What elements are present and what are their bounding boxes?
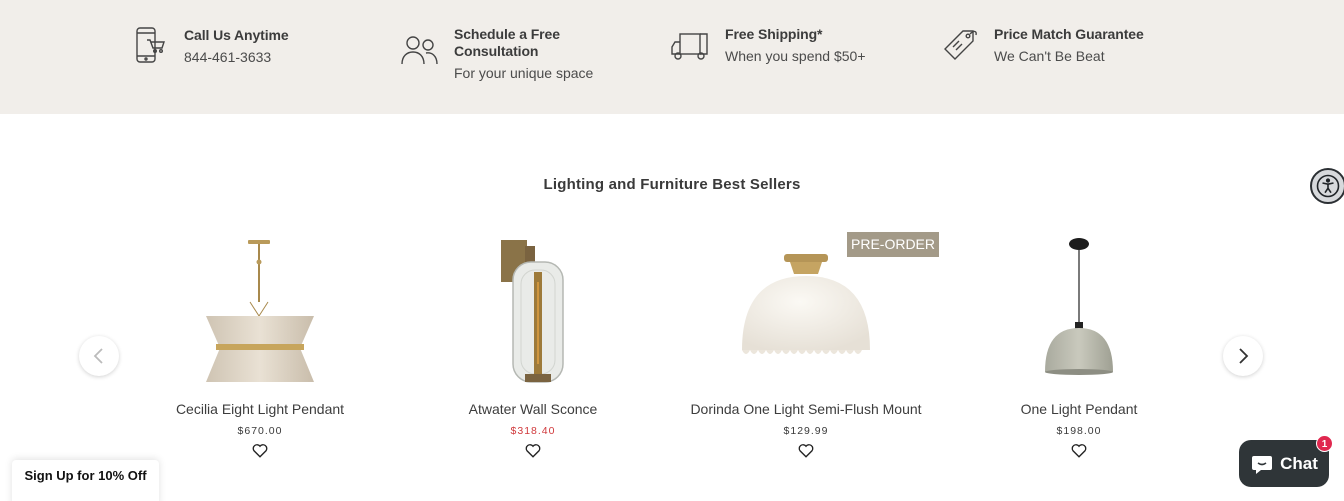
product-name[interactable]: Cecilia Eight Light Pendant [140,400,380,419]
benefit-title: Schedule a Free Consultation [454,26,560,59]
carousel-prev-button[interactable] [79,336,119,376]
product-price: $198.00 [1056,425,1102,437]
benefit-subtitle: For your unique space [454,65,594,81]
benefit-subtitle: 844-461-3633 [184,49,272,65]
product-image[interactable] [413,232,653,388]
benefit-title: Free Shipping* [725,26,823,42]
signup-discount-button[interactable]: Sign Up for 10% Off [12,460,159,501]
product-price: $318.40 [510,425,556,437]
product-price: $670.00 [237,425,283,437]
heart-icon[interactable] [524,441,542,459]
product-image[interactable] [140,232,380,388]
benefit-price-match[interactable]: Price Match Guarantee We Can't Be Beat [941,26,1144,66]
chevron-right-icon [1239,348,1249,364]
accessibility-button[interactable] [1310,168,1344,204]
product-card[interactable]: Cecilia Eight Light Pendant $670.00 [140,232,380,459]
product-card[interactable]: One Light Pendant $198.00 [959,232,1199,459]
benefits-bar: Call Us Anytime 844-461-3633 Schedule a … [0,0,1344,114]
benefit-shipping[interactable]: Free Shipping* When you spend $50+ [671,26,866,66]
product-name[interactable]: Atwater Wall Sconce [413,400,653,419]
product-name[interactable]: Dorinda One Light Semi-Flush Mount [686,400,926,419]
accessibility-icon [1316,174,1340,198]
pre-order-badge: PRE-ORDER [847,232,940,257]
heart-icon[interactable] [251,441,269,459]
price-tag-icon [941,26,979,66]
benefit-subtitle: We Can't Be Beat [994,48,1105,64]
heart-icon[interactable] [1070,441,1088,459]
product-card[interactable]: Dorinda One Light Semi-Flush Mount $129.… [686,232,926,459]
product-price: $129.99 [783,425,829,437]
product-card[interactable]: Atwater Wall Sconce $318.40 [413,232,653,459]
carousel-next-button[interactable] [1223,336,1263,376]
benefit-consultation[interactable]: Schedule a Free Consultation For your un… [401,26,604,82]
section-title: Lighting and Furniture Best Sellers [543,176,801,193]
chat-button[interactable]: Chat [1239,440,1329,487]
benefit-title: Call Us Anytime [184,27,289,43]
benefit-title: Price Match Guarantee [994,26,1144,42]
people-icon [401,30,439,70]
chat-unread-badge: 1 [1316,435,1333,452]
chevron-left-icon [93,348,103,364]
chat-label: Chat [1280,453,1318,473]
chat-bubble-icon [1252,455,1273,474]
benefit-call[interactable]: Call Us Anytime 844-461-3633 [134,27,289,67]
truck-icon [671,26,709,66]
phone-cart-icon [134,27,168,67]
product-name[interactable]: One Light Pendant [959,400,1199,419]
product-image[interactable] [959,232,1199,388]
benefit-subtitle: When you spend $50+ [725,48,866,64]
heart-icon[interactable] [797,441,815,459]
